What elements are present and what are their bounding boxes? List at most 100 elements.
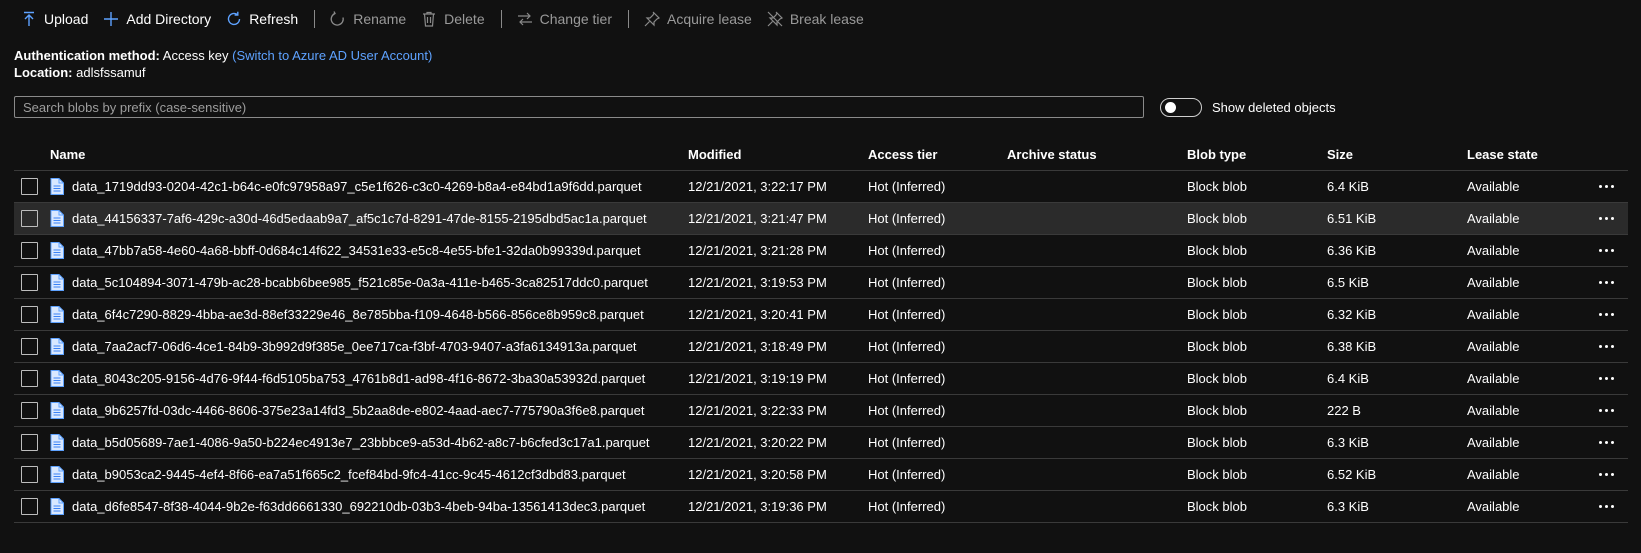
acquire-lease-label: Acquire lease (667, 10, 752, 27)
blob-type: Block blob (1187, 499, 1247, 514)
table-row[interactable]: data_5c104894-3071-479b-ac28-bcabb6bee98… (14, 267, 1628, 299)
delete-button[interactable]: Delete (414, 5, 492, 33)
document-icon (50, 242, 64, 259)
table-row[interactable]: data_44156337-7af6-429c-a30d-46d5edaab9a… (14, 203, 1628, 235)
column-header-modified[interactable]: Modified (688, 138, 741, 170)
table-row[interactable]: data_8043c205-9156-4d76-9f44-f6d5105ba75… (14, 363, 1628, 395)
document-icon (50, 434, 64, 451)
blob-access-tier: Hot (Inferred) (868, 275, 946, 290)
blob-name-cell[interactable]: data_b9053ca2-9445-4ef4-8f66-ea7a51f665c… (50, 459, 626, 490)
blob-access-tier: Hot (Inferred) (868, 339, 946, 354)
row-more-button[interactable] (1599, 331, 1621, 362)
document-icon (50, 306, 64, 323)
blob-size: 6.32 KiB (1327, 307, 1377, 322)
blob-name-cell[interactable]: data_8043c205-9156-4d76-9f44-f6d5105ba75… (50, 363, 645, 394)
row-checkbox[interactable] (21, 402, 38, 419)
row-checkbox[interactable] (21, 242, 38, 259)
acquire-lease-button[interactable]: Acquire lease (637, 5, 760, 33)
blob-access-tier: Hot (Inferred) (868, 243, 946, 258)
row-checkbox[interactable] (21, 338, 38, 355)
blob-size: 6.4 KiB (1327, 371, 1369, 386)
table-row[interactable]: data_6f4c7290-8829-4bba-ae3d-88ef33229e4… (14, 299, 1628, 331)
blob-lease-state: Available (1467, 339, 1520, 354)
table-row[interactable]: data_9b6257fd-03dc-4466-8606-375e23a14fd… (14, 395, 1628, 427)
column-header-blob-type[interactable]: Blob type (1187, 138, 1246, 170)
blob-size: 6.5 KiB (1327, 275, 1369, 290)
blob-rows: data_1719dd93-0204-42c1-b64c-e0fc97958a9… (14, 171, 1628, 523)
row-checkbox[interactable] (21, 178, 38, 195)
show-deleted-toggle[interactable] (1160, 98, 1202, 117)
row-checkbox[interactable] (21, 498, 38, 515)
blob-modified: 12/21/2021, 3:22:17 PM (688, 179, 827, 194)
column-header-size[interactable]: Size (1327, 138, 1353, 170)
search-input[interactable] (14, 96, 1144, 118)
row-more-button[interactable] (1599, 203, 1621, 234)
row-checkbox-cell (21, 171, 41, 202)
switch-auth-link[interactable]: (Switch to Azure AD User Account) (232, 48, 432, 63)
refresh-icon (228, 11, 241, 25)
column-header-archive-status[interactable]: Archive status (1007, 138, 1097, 170)
row-more-button[interactable] (1599, 427, 1621, 458)
blob-name-cell[interactable]: data_47bb7a58-4e60-4a68-bbff-0d684c14f62… (50, 235, 641, 266)
trash-icon (423, 11, 436, 27)
table-row[interactable]: data_7aa2acf7-06d6-4ce1-84b9-3b992d9f385… (14, 331, 1628, 363)
blob-name-cell[interactable]: data_6f4c7290-8829-4bba-ae3d-88ef33229e4… (50, 299, 644, 330)
row-checkbox[interactable] (21, 434, 38, 451)
blob-lease-state: Available (1467, 435, 1520, 450)
refresh-label: Refresh (249, 10, 299, 27)
ellipsis-icon (1599, 217, 1614, 220)
break-pin-icon (767, 11, 783, 26)
blob-type: Block blob (1187, 211, 1247, 226)
row-checkbox[interactable] (21, 210, 38, 227)
upload-button[interactable]: Upload (14, 5, 96, 33)
table-row[interactable]: data_1719dd93-0204-42c1-b64c-e0fc97958a9… (14, 171, 1628, 203)
blob-modified: 12/21/2021, 3:19:19 PM (688, 371, 827, 386)
row-more-button[interactable] (1599, 171, 1621, 202)
row-checkbox[interactable] (21, 306, 38, 323)
blob-size: 6.38 KiB (1327, 339, 1377, 354)
row-checkbox-cell (21, 459, 41, 490)
row-checkbox[interactable] (21, 466, 38, 483)
plus-icon (104, 11, 119, 26)
row-checkbox-cell (21, 427, 41, 458)
blob-name-cell[interactable]: data_9b6257fd-03dc-4466-8606-375e23a14fd… (50, 395, 645, 426)
blob-name-cell[interactable]: data_7aa2acf7-06d6-4ce1-84b9-3b992d9f385… (50, 331, 637, 362)
blob-lease-state: Available (1467, 275, 1520, 290)
blob-modified: 12/21/2021, 3:22:33 PM (688, 403, 827, 418)
column-header-access-tier[interactable]: Access tier (868, 138, 937, 170)
blob-name-cell[interactable]: data_b5d05689-7ae1-4086-9a50-b224ec4913e… (50, 427, 650, 458)
break-lease-label: Break lease (789, 10, 864, 27)
blob-lease-state: Available (1467, 499, 1520, 514)
blob-name-cell[interactable]: data_5c104894-3071-479b-ac28-bcabb6bee98… (50, 267, 648, 298)
row-more-button[interactable] (1599, 395, 1621, 426)
table-row[interactable]: data_b9053ca2-9445-4ef4-8f66-ea7a51f665c… (14, 459, 1628, 491)
refresh-button[interactable]: Refresh (219, 5, 306, 33)
row-more-button[interactable] (1599, 363, 1621, 394)
command-bar: Upload Add Directory Refresh Rename Dele… (14, 0, 872, 37)
blob-access-tier: Hot (Inferred) (868, 435, 946, 450)
table-row[interactable]: data_b5d05689-7ae1-4086-9a50-b224ec4913e… (14, 427, 1628, 459)
break-lease-button[interactable]: Break lease (760, 5, 872, 33)
blob-name: data_b9053ca2-9445-4ef4-8f66-ea7a51f665c… (72, 467, 626, 482)
row-checkbox[interactable] (21, 274, 38, 291)
blob-name-cell[interactable]: data_d6fe8547-8f38-4044-9b2e-f63dd666133… (50, 491, 645, 522)
blob-name-cell[interactable]: data_44156337-7af6-429c-a30d-46d5edaab9a… (50, 203, 647, 234)
toolbar-divider (500, 9, 502, 28)
table-row[interactable]: data_d6fe8547-8f38-4044-9b2e-f63dd666133… (14, 491, 1628, 523)
row-more-button[interactable] (1599, 235, 1621, 266)
blob-modified: 12/21/2021, 3:20:22 PM (688, 435, 827, 450)
blob-size: 6.3 KiB (1327, 435, 1369, 450)
row-more-button[interactable] (1599, 299, 1621, 330)
column-header-lease-state[interactable]: Lease state (1467, 138, 1538, 170)
blob-name-cell[interactable]: data_1719dd93-0204-42c1-b64c-e0fc97958a9… (50, 171, 642, 202)
row-more-button[interactable] (1599, 267, 1621, 298)
blob-modified: 12/21/2021, 3:20:58 PM (688, 467, 827, 482)
add-directory-button[interactable]: Add Directory (96, 5, 219, 33)
row-more-button[interactable] (1599, 459, 1621, 490)
change-tier-button[interactable]: Change tier (510, 5, 620, 33)
table-row[interactable]: data_47bb7a58-4e60-4a68-bbff-0d684c14f62… (14, 235, 1628, 267)
row-checkbox[interactable] (21, 370, 38, 387)
rename-button[interactable]: Rename (323, 5, 414, 33)
row-more-button[interactable] (1599, 491, 1621, 522)
column-header-name[interactable]: Name (50, 138, 85, 170)
